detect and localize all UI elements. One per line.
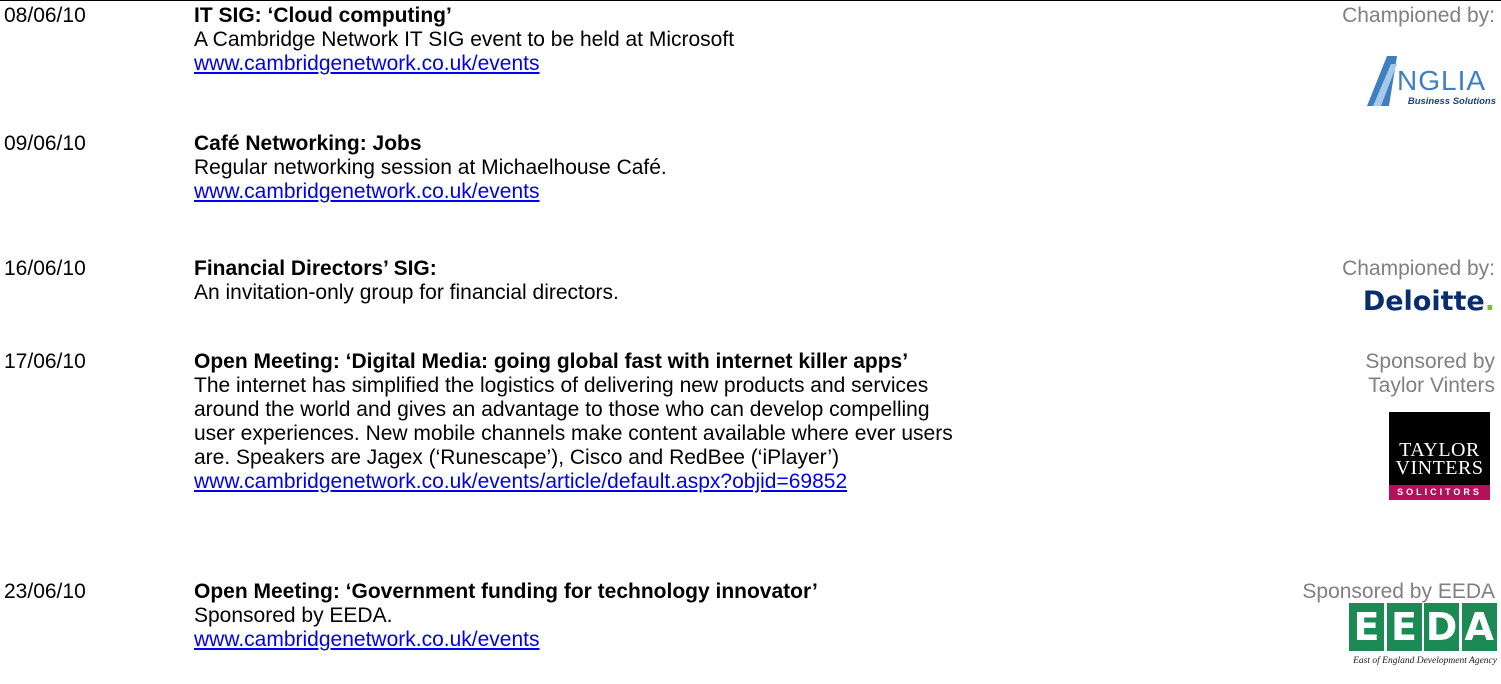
event-row: 23/06/10 Open Meeting: ‘Government fundi… [0, 580, 1501, 680]
event-title: IT SIG: ‘Cloud computing’ [194, 4, 452, 27]
anglia-logo-icon: NGLIA Business Solutions [1367, 56, 1496, 107]
deloitte-logo-text: Deloitte [1362, 286, 1485, 317]
event-description: A Cambridge Network IT SIG event to be h… [194, 28, 735, 51]
event-content: Financial Directors’ SIG: An invitation-… [194, 257, 1074, 305]
anglia-logo: NGLIA Business Solutions [1367, 50, 1497, 108]
event-content: Open Meeting: ‘Digital Media: going glob… [194, 350, 1074, 494]
eeda-logo-letter: E [1349, 603, 1384, 651]
event-link[interactable]: www.cambridgenetwork.co.uk/events [194, 628, 540, 652]
sponsor-label-line1: Sponsored by [1365, 350, 1495, 373]
taylor-vinters-logo-line2: VINTERS [1395, 457, 1484, 479]
event-content: Café Networking: Jobs Regular networking… [194, 132, 1074, 204]
eeda-logo-letter: E [1386, 603, 1422, 651]
top-rule [0, 0, 1501, 1]
event-date: 16/06/10 [4, 257, 86, 280]
event-description: The internet has simplified the logistic… [194, 374, 953, 469]
eeda-logo: E E D A East of England Development Agen… [1349, 603, 1497, 671]
anglia-logo-subtext: Business Solutions [1408, 96, 1496, 107]
event-title: Open Meeting: ‘Digital Media: going glob… [194, 350, 909, 373]
sponsor-label: Championed by: [1342, 4, 1495, 27]
event-row: 16/06/10 Financial Directors’ SIG: An in… [0, 257, 1501, 319]
event-description: Sponsored by EEDA. [194, 604, 393, 627]
sponsor-label-line2: Taylor Vinters [1368, 374, 1495, 397]
anglia-logo-text: NGLIA [1397, 65, 1486, 96]
event-description: Regular networking session at Michaelhou… [194, 156, 667, 179]
sponsor-label: Sponsored by EEDA [1302, 580, 1495, 603]
eeda-logo-letter: D [1424, 603, 1459, 651]
event-date: 08/06/10 [4, 4, 86, 27]
taylor-vinters-logo: TAYLOR VINTERS SOLICITORS [1389, 412, 1490, 500]
deloitte-logo-dot: . [1484, 286, 1495, 317]
eeda-logo-letter: A [1461, 603, 1497, 651]
event-date: 23/06/10 [4, 580, 86, 603]
event-link[interactable]: www.cambridgenetwork.co.uk/events [194, 52, 540, 76]
sponsor-label: Championed by: [1342, 257, 1495, 280]
eeda-logo-subtext: East of England Development Agency [1353, 656, 1497, 666]
event-title: Financial Directors’ SIG: [194, 257, 437, 280]
eeda-logo-boxes: E E D A [1349, 603, 1497, 651]
event-title: Open Meeting: ‘Government funding for te… [194, 580, 818, 603]
event-link[interactable]: www.cambridgenetwork.co.uk/events/articl… [194, 470, 847, 494]
event-row: 08/06/10 IT SIG: ‘Cloud computing’ A Cam… [0, 4, 1501, 114]
sponsor-label: Sponsored by Taylor Vinters [1365, 350, 1495, 398]
event-content: Open Meeting: ‘Government funding for te… [194, 580, 1074, 652]
deloitte-logo: Deloitte. [1363, 287, 1495, 317]
event-content: IT SIG: ‘Cloud computing’ A Cambridge Ne… [194, 4, 1074, 76]
event-date: 09/06/10 [4, 132, 86, 155]
event-description: An invitation-only group for financial d… [194, 281, 619, 304]
event-row: 17/06/10 Open Meeting: ‘Digital Media: g… [0, 350, 1501, 545]
event-title: Café Networking: Jobs [194, 132, 422, 155]
event-row: 09/06/10 Café Networking: Jobs Regular n… [0, 132, 1501, 212]
taylor-vinters-logo-band: SOLICITORS [1389, 485, 1490, 500]
event-link[interactable]: www.cambridgenetwork.co.uk/events [194, 180, 540, 204]
event-date: 17/06/10 [4, 350, 86, 373]
